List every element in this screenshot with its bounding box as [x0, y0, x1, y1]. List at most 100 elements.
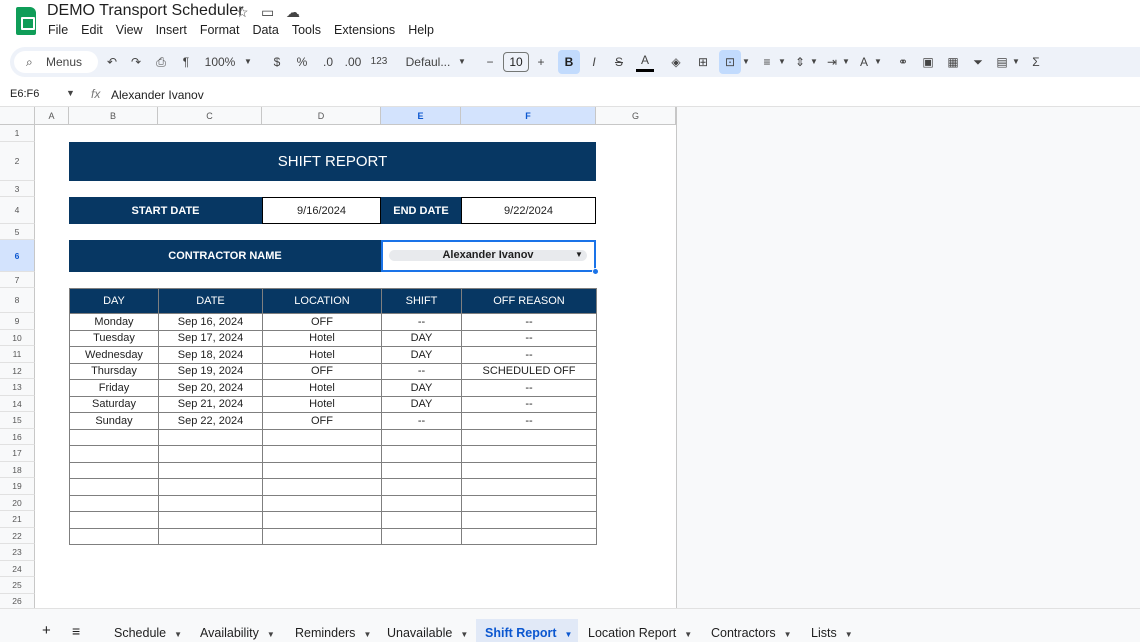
cell-shift[interactable]: -- — [381, 313, 462, 331]
sheets-logo-icon[interactable] — [16, 7, 36, 35]
row-header[interactable]: 26 — [0, 593, 35, 609]
cell-location[interactable]: OFF — [262, 313, 382, 331]
cell-empty[interactable] — [158, 461, 263, 479]
tab-shift-report[interactable]: Shift Report ▼ — [485, 626, 572, 640]
cell-day[interactable]: Monday — [69, 313, 159, 331]
row-header[interactable]: 9 — [0, 313, 35, 330]
cell-shift[interactable]: DAY — [381, 329, 462, 347]
row-header[interactable]: 21 — [0, 511, 35, 528]
cell-date[interactable]: Sep 19, 2024 — [158, 362, 263, 380]
cell-day[interactable]: Sunday — [69, 412, 159, 430]
cell-empty[interactable] — [461, 461, 597, 479]
chevron-down-icon[interactable]: ▼ — [174, 630, 182, 639]
cell-empty[interactable] — [158, 428, 263, 446]
chevron-down-icon[interactable]: ▼ — [741, 50, 751, 74]
font-size-input[interactable]: 10 — [503, 52, 529, 72]
cell-empty[interactable] — [69, 511, 159, 529]
tab-location-report[interactable]: Location Report ▼ — [588, 626, 692, 640]
functions-button[interactable]: Σ — [1028, 50, 1044, 74]
chevron-down-icon[interactable]: ▼ — [841, 50, 851, 74]
column-header-g[interactable]: G — [596, 107, 676, 125]
row-header[interactable]: 4 — [0, 197, 35, 224]
cell-empty[interactable] — [461, 494, 597, 512]
chevron-down-icon[interactable]: ▼ — [565, 630, 573, 639]
chevron-down-icon[interactable]: ▼ — [784, 630, 792, 639]
cell-empty[interactable] — [381, 527, 462, 545]
bold-button[interactable]: B — [558, 50, 580, 74]
row-header[interactable]: 18 — [0, 461, 35, 478]
chevron-down-icon[interactable]: ▼ — [1011, 50, 1021, 74]
column-header-b[interactable]: B — [69, 107, 158, 125]
row-header[interactable]: 16 — [0, 428, 35, 445]
insert-comment-icon[interactable]: ▣ — [920, 50, 936, 74]
row-header[interactable]: 14 — [0, 395, 35, 412]
tab-lists[interactable]: Lists ▼ — [811, 626, 853, 640]
cell-date[interactable]: Sep 17, 2024 — [158, 329, 263, 347]
chevron-down-icon[interactable]: ▼ — [267, 630, 275, 639]
chevron-down-icon[interactable]: ▼ — [684, 630, 692, 639]
menus-search[interactable]: ⌕ Menus — [14, 51, 98, 73]
italic-button[interactable]: I — [586, 50, 602, 74]
cell-off-reason[interactable]: -- — [461, 395, 597, 413]
cell-day[interactable]: Saturday — [69, 395, 159, 413]
cell-empty[interactable] — [381, 494, 462, 512]
currency-format-button[interactable]: $ — [270, 50, 284, 74]
row-header[interactable]: 24 — [0, 560, 35, 577]
cell-off-reason[interactable]: -- — [461, 329, 597, 347]
row-header[interactable]: 23 — [0, 544, 35, 561]
cell-date[interactable]: Sep 22, 2024 — [158, 412, 263, 430]
chevron-down-icon[interactable]: ▼ — [460, 630, 468, 639]
cell-empty[interactable] — [262, 461, 382, 479]
borders-icon[interactable]: ⊞ — [695, 50, 711, 74]
row-header[interactable]: 1 — [0, 125, 35, 142]
cell-location[interactable]: OFF — [262, 412, 382, 430]
cell-empty[interactable] — [262, 494, 382, 512]
cell-empty[interactable] — [69, 494, 159, 512]
header-location[interactable]: LOCATION — [262, 288, 382, 314]
cell-empty[interactable] — [262, 478, 382, 496]
decrease-decimal-button[interactable]: .0 — [318, 50, 338, 74]
font-select[interactable]: Defaul... — [403, 50, 453, 74]
cell-day[interactable]: Tuesday — [69, 329, 159, 347]
cell-date[interactable]: Sep 21, 2024 — [158, 395, 263, 413]
cell-shift[interactable]: DAY — [381, 379, 462, 397]
text-wrap-icon[interactable]: ⇥ — [824, 50, 840, 74]
cell-empty[interactable] — [381, 461, 462, 479]
cell-date[interactable]: Sep 20, 2024 — [158, 379, 263, 397]
cell-day[interactable]: Friday — [69, 379, 159, 397]
row-header[interactable]: 12 — [0, 362, 35, 379]
cell-empty[interactable] — [69, 428, 159, 446]
text-color-button[interactable]: A — [636, 50, 654, 72]
column-header-a[interactable]: A — [35, 107, 69, 125]
filter-icon[interactable]: ⏷ — [970, 50, 986, 74]
horizontal-align-icon[interactable]: ≡ — [759, 50, 775, 74]
chevron-down-icon[interactable]: ▼ — [243, 50, 253, 74]
tab-availability[interactable]: Availability ▼ — [200, 626, 275, 640]
row-header[interactable]: 6 — [0, 240, 35, 272]
column-header-f[interactable]: F — [461, 107, 596, 125]
chevron-down-icon[interactable]: ▼ — [363, 630, 371, 639]
chevron-down-icon[interactable]: ▼ — [873, 50, 883, 74]
cell-off-reason[interactable]: -- — [461, 346, 597, 364]
cell-empty[interactable] — [262, 511, 382, 529]
cell-off-reason[interactable]: -- — [461, 379, 597, 397]
row-header[interactable]: 25 — [0, 577, 35, 594]
row-header[interactable]: 7 — [0, 272, 35, 288]
row-header[interactable]: 17 — [0, 445, 35, 462]
header-off-reason[interactable]: OFF REASON — [461, 288, 597, 314]
cell-off-reason[interactable]: -- — [461, 412, 597, 430]
menu-file[interactable]: File — [48, 23, 68, 37]
add-sheet-button[interactable]: + — [42, 622, 51, 639]
insert-link-icon[interactable]: ⚭ — [894, 50, 912, 74]
cell-shift[interactable]: -- — [381, 412, 462, 430]
cell-empty[interactable] — [381, 445, 462, 463]
cell-empty[interactable] — [69, 478, 159, 496]
cell-empty[interactable] — [262, 445, 382, 463]
menu-view[interactable]: View — [116, 23, 143, 37]
row-header[interactable]: 8 — [0, 288, 35, 313]
menu-format[interactable]: Format — [200, 23, 240, 37]
tab-unavailable[interactable]: Unavailable ▼ — [387, 626, 468, 640]
cell-empty[interactable] — [69, 527, 159, 545]
cell-empty[interactable] — [381, 428, 462, 446]
row-header[interactable]: 11 — [0, 346, 35, 363]
